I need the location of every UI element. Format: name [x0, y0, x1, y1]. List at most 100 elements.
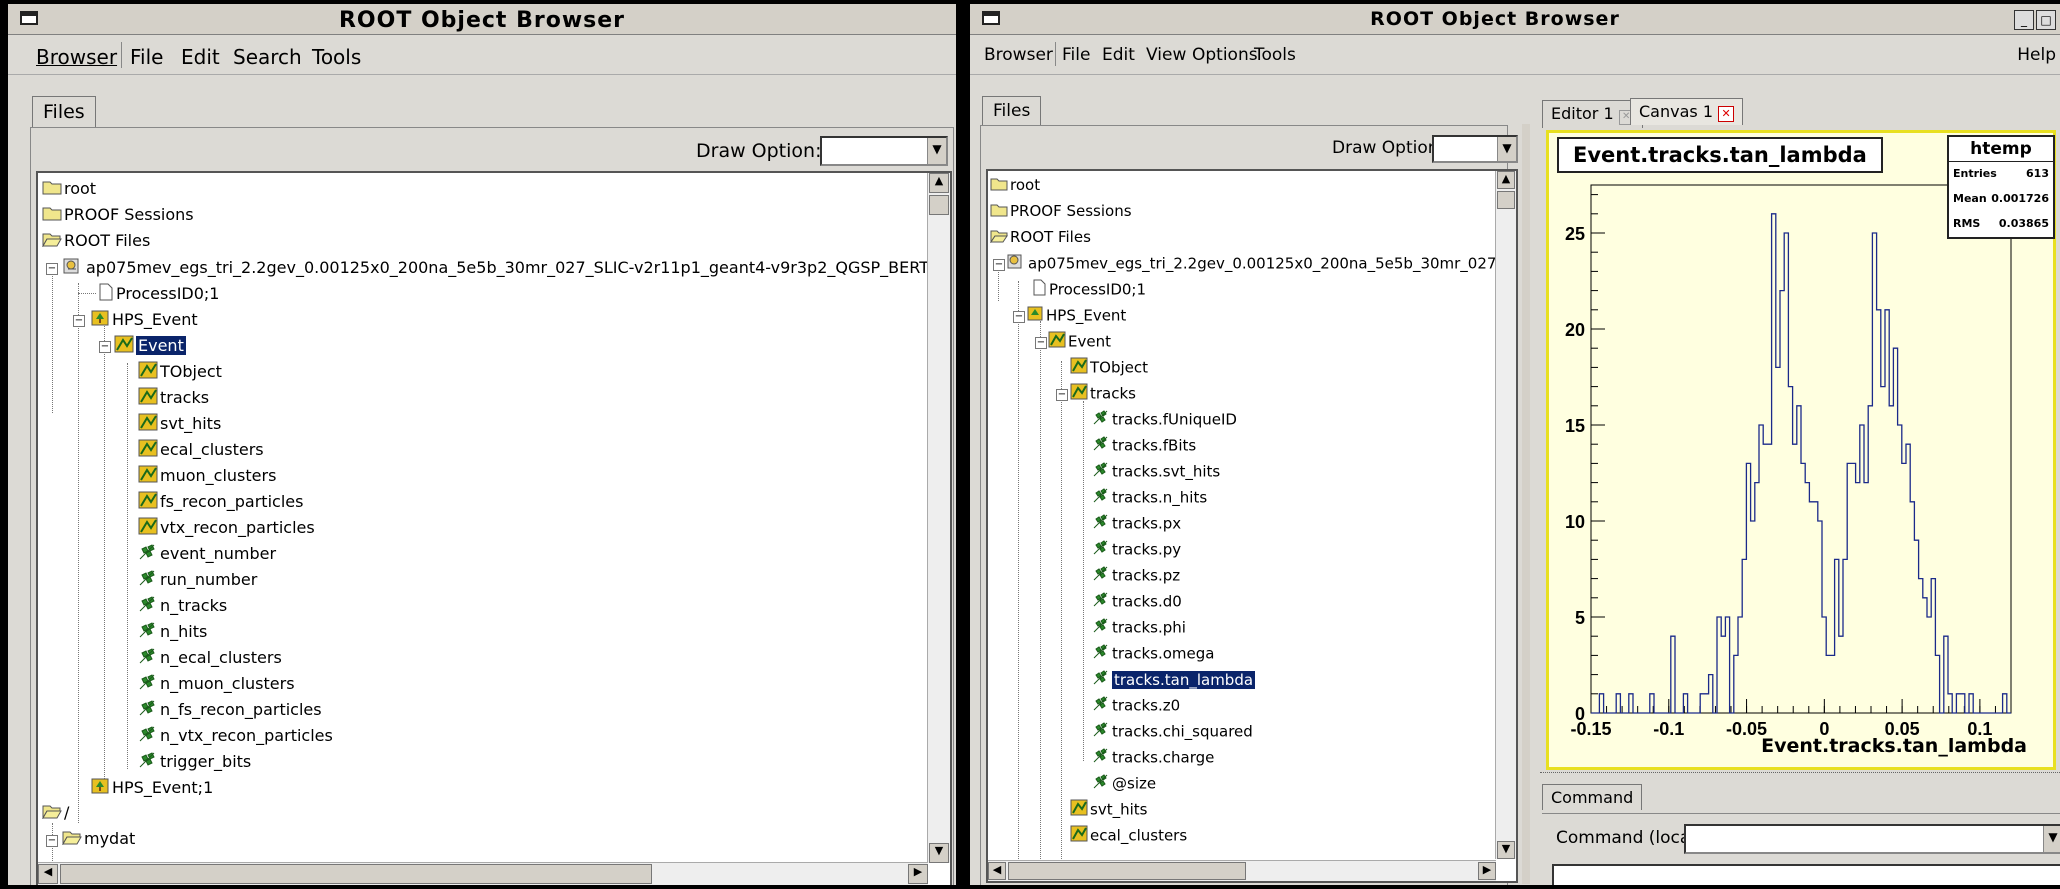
tree-item-root-files[interactable]: ROOT Files [990, 227, 1091, 249]
minimize-icon[interactable]: _ [2014, 10, 2034, 30]
tab-files[interactable]: Files [982, 96, 1042, 125]
command-splitter[interactable] [1540, 772, 2060, 779]
chevron-down-icon[interactable]: ▼ [927, 138, 946, 164]
menu-options[interactable]: Options [1192, 45, 1258, 65]
tree-item-size[interactable]: @size [1092, 773, 1156, 795]
tab-files[interactable]: Files [32, 96, 96, 127]
horizontal-scrollbar[interactable]: ◀ ▶ [38, 862, 928, 885]
tree-item-event[interactable]: Event [1048, 331, 1111, 353]
scroll-right-icon[interactable]: ▶ [1478, 862, 1496, 880]
tree-item-muon-clusters[interactable]: muon_clusters [138, 465, 276, 487]
tree-item-n-hits[interactable]: n_hits [138, 621, 207, 643]
tree-item-processid[interactable]: ProcessID0;1 [98, 283, 219, 305]
tree-item-n-tracks[interactable]: n_tracks [138, 595, 227, 617]
tree-item-tracks-z0[interactable]: tracks.z0 [1092, 695, 1180, 717]
canvas-1[interactable]: -0.15 -0.1 -0.05 0 0.05 0.1 0 5 10 15 20 25 Event.t… [1546, 130, 2056, 770]
collapse-icon[interactable]: − [99, 341, 111, 353]
tree-item-event[interactable]: Event [114, 335, 186, 357]
tree-item-slash[interactable]: / [42, 803, 69, 825]
scroll-thumb[interactable] [60, 864, 652, 884]
menu-help[interactable]: Help [2017, 45, 2056, 65]
vertical-scrollbar[interactable]: ▲ ▼ [1495, 171, 1516, 859]
tree-item-tracks-funiqueid[interactable]: tracks.fUniqueID [1092, 409, 1237, 431]
tree-item-n-fs-recon-particles[interactable]: n_fs_recon_particles [138, 699, 322, 721]
tree-item-tracks-phi[interactable]: tracks.phi [1092, 617, 1186, 639]
tree-item-tracks-fbits[interactable]: tracks.fBits [1092, 435, 1196, 457]
chevron-down-icon[interactable]: ▼ [1497, 137, 1516, 161]
scroll-thumb[interactable] [1497, 191, 1515, 209]
tree-item-tobject[interactable]: TObject [1070, 357, 1148, 379]
scroll-thumb[interactable] [929, 195, 949, 215]
collapse-icon[interactable]: − [46, 263, 58, 275]
scroll-right-icon[interactable]: ▶ [908, 864, 928, 884]
tree-item-tracks-omega[interactable]: tracks.omega [1092, 643, 1215, 665]
collapse-icon[interactable]: − [993, 259, 1005, 271]
tree-item-n-muon-clusters[interactable]: n_muon_clusters [138, 673, 295, 695]
tree-item-processid[interactable]: ProcessID0;1 [1032, 279, 1146, 301]
tab-command[interactable]: Command [1542, 784, 1643, 810]
horizontal-scrollbar[interactable]: ◀ ▶ [988, 860, 1496, 881]
collapse-icon[interactable]: − [46, 835, 58, 847]
scroll-thumb[interactable] [1008, 862, 1246, 880]
scroll-left-icon[interactable]: ◀ [988, 862, 1006, 880]
menu-tools[interactable]: Tools [1254, 45, 1296, 65]
tree-item-tracks-px[interactable]: tracks.px [1092, 513, 1181, 535]
tree-item-root-file[interactable]: ap075mev_egs_tri_2.2gev_0.00125x0_200na_… [1006, 253, 1516, 275]
tree-item-proof-sessions[interactable]: PROOF Sessions [990, 201, 1132, 223]
tree-item-svt-hits[interactable]: svt_hits [1070, 799, 1147, 821]
tree-item-tracks[interactable]: tracks [1070, 383, 1136, 405]
menu-browser[interactable]: Browser [36, 45, 117, 69]
tree-item-tracks-d0[interactable]: tracks.d0 [1092, 591, 1182, 613]
menu-file[interactable]: File [130, 45, 163, 69]
tree-item-tobject[interactable]: TObject [138, 361, 222, 383]
draw-option-select[interactable]: ▼ [820, 136, 948, 166]
panel-splitter[interactable] [1522, 124, 1530, 884]
collapse-icon[interactable]: − [1013, 311, 1025, 323]
collapse-icon[interactable]: − [1035, 337, 1047, 349]
maximize-icon[interactable]: □ [2036, 10, 2056, 30]
tree-item-hps-event-1[interactable]: HPS_Event;1 [90, 777, 213, 799]
scroll-down-icon[interactable]: ▼ [1497, 841, 1515, 859]
tree-item-ecal-clusters[interactable]: ecal_clusters [1070, 825, 1187, 847]
tree-item-tracks-n-hits[interactable]: tracks.n_hits [1092, 487, 1207, 509]
tree-item-n-ecal-clusters[interactable]: n_ecal_clusters [138, 647, 282, 669]
tree-item-tracks-tan-lambda[interactable]: tracks.tan_lambda [1092, 669, 1256, 691]
tree-item-vtx-recon-particles[interactable]: vtx_recon_particles [138, 517, 315, 539]
tree-item-tracks-py[interactable]: tracks.py [1092, 539, 1181, 561]
tree-item-hps-event[interactable]: HPS_Event [1026, 305, 1126, 327]
tree-item-tracks-chi-squared[interactable]: tracks.chi_squared [1092, 721, 1253, 743]
menu-view[interactable]: View [1146, 45, 1186, 65]
scroll-down-icon[interactable]: ▼ [929, 843, 949, 863]
menu-edit[interactable]: Edit [181, 45, 220, 69]
tree-item-svt-hits[interactable]: svt_hits [138, 413, 221, 435]
tree-item-root[interactable]: root [990, 175, 1040, 197]
tree-item-run-number[interactable]: run_number [138, 569, 257, 591]
tree-item-tracks-charge[interactable]: tracks.charge [1092, 747, 1214, 769]
scroll-left-icon[interactable]: ◀ [38, 864, 58, 884]
tree-item-root-file[interactable]: ap075mev_egs_tri_2.2gev_0.00125x0_200na_… [62, 257, 950, 279]
menu-search[interactable]: Search [233, 45, 302, 69]
scroll-up-icon[interactable]: ▲ [1497, 171, 1515, 189]
tree-item-root[interactable]: root [42, 179, 96, 201]
tree-item-proof-sessions[interactable]: PROOF Sessions [42, 205, 194, 227]
tree-item-tracks-pz[interactable]: tracks.pz [1092, 565, 1180, 587]
tree-item-n-vtx-recon-particles[interactable]: n_vtx_recon_particles [138, 725, 333, 747]
command-input[interactable]: ▼ [1684, 824, 2060, 854]
chevron-down-icon[interactable]: ▼ [2043, 826, 2060, 852]
tree-item-tracks[interactable]: tracks [138, 387, 209, 409]
menu-tools[interactable]: Tools [312, 45, 361, 69]
scroll-up-icon[interactable]: ▲ [929, 173, 949, 193]
title-bar[interactable]: ROOT Object Browser _ □ [970, 4, 2060, 35]
tree-item-ecal-clusters[interactable]: ecal_clusters [138, 439, 264, 461]
title-bar[interactable]: ROOT Object Browser [8, 4, 956, 35]
vertical-scrollbar[interactable]: ▲ ▼ [927, 173, 950, 863]
close-icon[interactable]: ✕ [1718, 106, 1735, 122]
menu-edit[interactable]: Edit [1102, 45, 1135, 65]
tree-item-fs-recon-particles[interactable]: fs_recon_particles [138, 491, 303, 513]
tab-editor-1[interactable]: Editor 1 ✕ [1542, 100, 1643, 128]
tree-item-hps-event[interactable]: HPS_Event [90, 309, 198, 331]
tree-item-mydat[interactable]: mydat [62, 829, 135, 851]
tree-item-root-files[interactable]: ROOT Files [42, 231, 150, 253]
menu-browser[interactable]: Browser [984, 45, 1053, 65]
collapse-icon[interactable]: − [73, 315, 85, 327]
